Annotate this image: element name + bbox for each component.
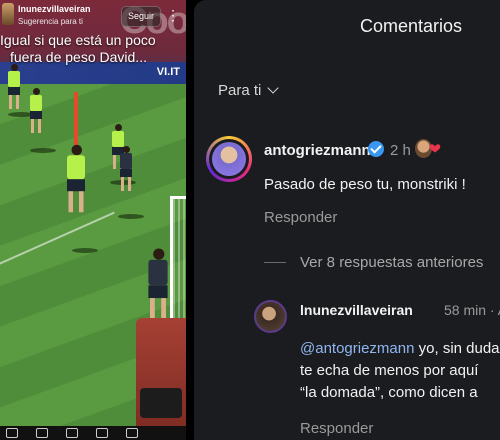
reply-button[interactable]: Responder bbox=[264, 209, 337, 226]
player bbox=[8, 64, 20, 109]
verified-badge-icon bbox=[368, 141, 384, 157]
reels-icon[interactable] bbox=[66, 428, 78, 438]
player-shadow bbox=[30, 148, 56, 153]
player bbox=[148, 248, 168, 321]
training-pole bbox=[74, 92, 78, 146]
comments-filter-dropdown[interactable]: Para ti bbox=[218, 82, 280, 99]
player bbox=[30, 88, 42, 133]
post-caption: Igual si que está un poco fuera de peso … bbox=[0, 32, 186, 65]
reply-line-1: yo, sin duda bbox=[414, 340, 500, 357]
mention-link[interactable]: @antogriezmann bbox=[300, 340, 414, 357]
ad-board-text: VI.IT bbox=[156, 66, 180, 78]
player bbox=[120, 146, 132, 191]
suggestion-label: Sugerencia para ti bbox=[18, 17, 83, 26]
player bbox=[67, 144, 85, 213]
search-icon[interactable] bbox=[36, 428, 48, 438]
story-ring-avatar[interactable] bbox=[206, 136, 252, 182]
player-shadow bbox=[118, 214, 144, 219]
comment-time: 2 h bbox=[390, 142, 411, 159]
video-post[interactable]: Cool VI.IT lnunezvillaveiran Sugerencia … bbox=[0, 0, 186, 440]
panel-divider bbox=[186, 0, 194, 440]
bottom-nav-bar bbox=[0, 426, 186, 440]
camera-equipment bbox=[140, 388, 182, 418]
caption-line-2: fuera de peso David... bbox=[10, 49, 147, 65]
reply-button[interactable]: Responder bbox=[300, 420, 373, 437]
post-header: lnunezvillaveiran Sugerencia para ti Seg… bbox=[0, 0, 186, 32]
caption-line-1: Igual si que está un poco bbox=[0, 32, 156, 48]
chevron-down-icon bbox=[267, 82, 280, 94]
avatar bbox=[212, 142, 246, 176]
filter-label: Para ti bbox=[218, 82, 262, 99]
profile-icon[interactable] bbox=[126, 428, 138, 438]
reply-time: 58 min · Autor bbox=[444, 302, 500, 318]
reply-line-2: te echa de menos por aquí bbox=[300, 362, 479, 379]
comment-username[interactable]: antogriezmann bbox=[264, 142, 371, 159]
reply-avatar[interactable] bbox=[254, 300, 287, 333]
replies-divider-line bbox=[264, 262, 286, 263]
comments-panel: Comentarios Para ti antogriezmann 2 h Pa… bbox=[194, 0, 500, 440]
home-icon[interactable] bbox=[6, 428, 18, 438]
comments-title: Comentarios bbox=[359, 16, 463, 36]
comment-text: Pasado de peso tu, monstriki ! bbox=[264, 176, 466, 193]
reply-username[interactable]: lnunezvillaveiran bbox=[300, 302, 413, 318]
post-username[interactable]: lnunezvillaveiran bbox=[18, 4, 91, 14]
shop-icon[interactable] bbox=[96, 428, 108, 438]
follow-button[interactable]: Seguir bbox=[121, 6, 161, 27]
more-options-icon[interactable]: ⋮ bbox=[166, 6, 180, 24]
reply-text: @antogriezmann yo, sin duda te echa de m… bbox=[300, 338, 500, 404]
stadium-seats bbox=[136, 318, 186, 440]
heart-icon bbox=[429, 144, 441, 153]
view-previous-replies-button[interactable]: Ver 8 respuestas anteriores bbox=[300, 254, 483, 271]
reply-line-3: “la domada”, como dicen a bbox=[300, 384, 478, 401]
avatar[interactable] bbox=[2, 3, 14, 25]
player-shadow bbox=[72, 248, 98, 253]
